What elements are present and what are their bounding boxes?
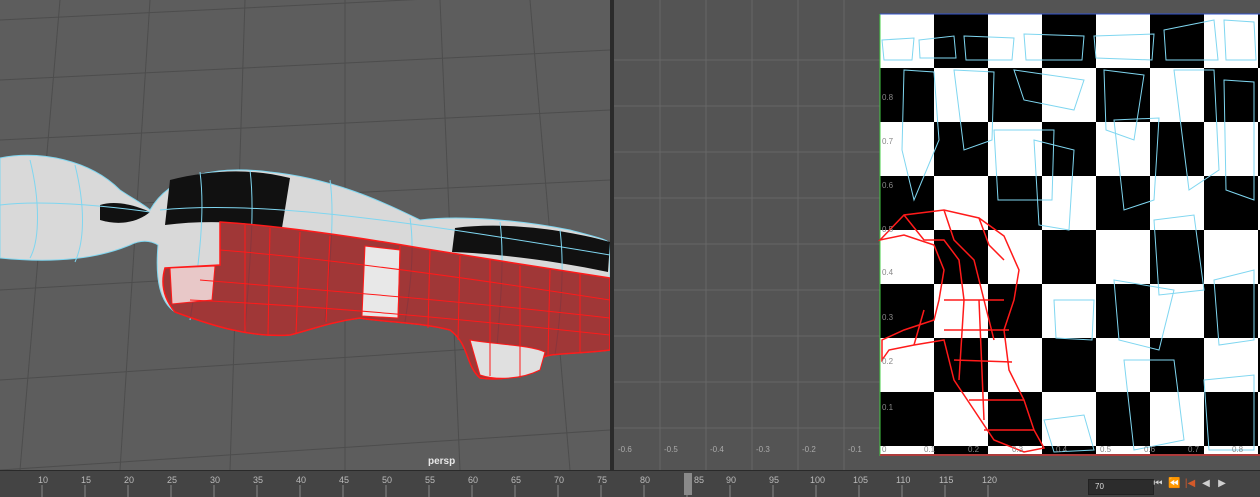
u-label: 0.4 <box>1056 445 1068 454</box>
tick-label: 110 <box>896 475 910 485</box>
u-label: 0.5 <box>1100 445 1112 454</box>
step-back-frame-icon[interactable]: |◀ <box>1184 477 1196 491</box>
v-label: 0.3 <box>882 313 894 322</box>
tick-marks <box>41 485 989 497</box>
uv-editor-viewport[interactable]: -0.6 -0.5 -0.4 -0.3 -0.2 -0.1 0 0.1 0.2 … <box>614 0 1260 470</box>
tick-label: 55 <box>425 475 435 485</box>
v-label: 0.5 <box>882 225 894 234</box>
tick-label: 80 <box>640 475 650 485</box>
step-back-key-icon[interactable]: ⏪ <box>1168 477 1180 491</box>
u-label: -0.1 <box>848 445 862 454</box>
u-label: 0.7 <box>1188 445 1200 454</box>
v-label: 0.1 <box>882 403 894 412</box>
camera-label: persp <box>428 456 456 467</box>
u-label: 0.8 <box>1232 445 1244 454</box>
perspective-viewport[interactable]: persp <box>0 0 610 470</box>
tick-label: 105 <box>853 475 868 485</box>
u-label: -0.6 <box>618 445 632 454</box>
tick-labels: 10 15 20 25 30 35 40 45 50 55 60 65 70 7… <box>38 475 997 485</box>
u-label: -0.5 <box>664 445 678 454</box>
u-label: 0.6 <box>1144 445 1156 454</box>
u-label: 0.1 <box>924 445 936 454</box>
tick-label: 75 <box>597 475 607 485</box>
tick-label: 40 <box>296 475 306 485</box>
tick-label: 30 <box>210 475 220 485</box>
tick-label: 95 <box>769 475 779 485</box>
tick-label: 65 <box>511 475 521 485</box>
viewport-scene[interactable] <box>0 0 610 470</box>
tick-label: 120 <box>982 475 997 485</box>
play-backward-icon[interactable]: ◀ <box>1200 477 1212 491</box>
tick-label: 70 <box>554 475 564 485</box>
tick-label: 35 <box>253 475 263 485</box>
uv-grid <box>614 0 880 470</box>
tick-label: 100 <box>810 475 825 485</box>
u-label: 0.3 <box>1012 445 1024 454</box>
playback-controls: ⏮ ⏪ |◀ ◀ ▶ <box>1152 477 1228 491</box>
u-label: -0.2 <box>802 445 816 454</box>
v-label: 0.4 <box>882 268 894 277</box>
tick-label: 90 <box>726 475 736 485</box>
tick-label: 15 <box>81 475 91 485</box>
time-ruler[interactable]: 10 15 20 25 30 35 40 45 50 55 60 65 70 7… <box>0 471 1084 497</box>
tick-label: 45 <box>339 475 349 485</box>
time-slider[interactable]: 10 15 20 25 30 35 40 45 50 55 60 65 70 7… <box>0 470 1260 497</box>
u-label: -0.4 <box>710 445 724 454</box>
playhead[interactable] <box>684 473 692 495</box>
v-label: 0.7 <box>882 137 894 146</box>
uv-canvas[interactable]: -0.6 -0.5 -0.4 -0.3 -0.2 -0.1 0 0.1 0.2 … <box>614 0 1260 470</box>
u-label: -0.3 <box>756 445 770 454</box>
play-forward-icon[interactable]: ▶ <box>1216 477 1228 491</box>
v-label: 0.8 <box>882 93 894 102</box>
uv-u-labels-negative: -0.6 -0.5 -0.4 -0.3 -0.2 -0.1 <box>618 445 862 454</box>
v-label: 0.2 <box>882 357 894 366</box>
tick-label: 10 <box>38 475 48 485</box>
tick-label: 20 <box>124 475 134 485</box>
tick-label: 85 <box>694 475 704 485</box>
tick-label: 115 <box>939 475 953 485</box>
u-label: 0 <box>882 445 887 454</box>
go-to-start-icon[interactable]: ⏮ <box>1152 477 1164 491</box>
v-label: 0.6 <box>882 181 894 190</box>
current-frame-field[interactable]: 70 <box>1088 479 1154 495</box>
tick-label: 25 <box>167 475 177 485</box>
u-label: 0.2 <box>968 445 980 454</box>
tick-label: 60 <box>468 475 478 485</box>
checker-texture <box>880 14 1260 454</box>
tick-label: 50 <box>382 475 392 485</box>
